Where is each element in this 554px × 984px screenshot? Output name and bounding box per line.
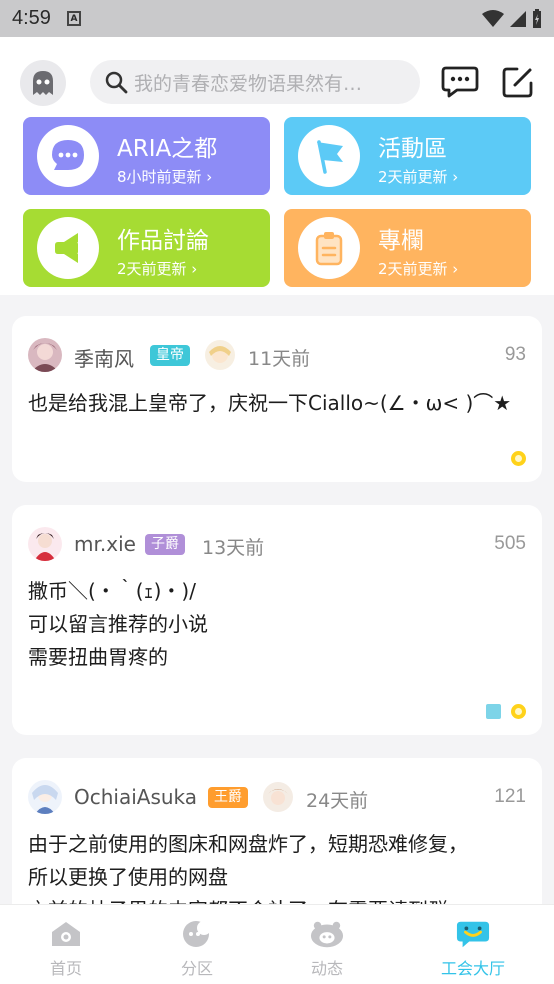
wifi-icon bbox=[482, 9, 504, 27]
post-line: 所以更换了使用的网盘 bbox=[28, 865, 228, 889]
post-line: 由于之前使用的图床和网盘炸了，短期恐难修复， bbox=[28, 832, 468, 856]
image-attachment-icon bbox=[486, 704, 501, 719]
post-card[interactable]: OchiaiAsuka 王爵 24天前 121 由于之前使用的图床和网盘炸了，短… bbox=[12, 758, 542, 918]
header: 我的青春恋爱物语果然有… ARIA之都 8小时前更新 › 活動區 2天前更新 ›… bbox=[0, 37, 554, 295]
secondary-avatar bbox=[263, 782, 293, 812]
avatar[interactable] bbox=[28, 527, 62, 561]
status-bar: 4:59 A bbox=[0, 0, 554, 37]
search-icon bbox=[105, 71, 128, 94]
post-time: 24天前 bbox=[306, 790, 369, 812]
battery-icon bbox=[533, 8, 541, 28]
tile-icon-circle bbox=[298, 217, 360, 279]
edit-icon bbox=[502, 67, 533, 98]
post-body: 也是给我混上皇帝了，庆祝一下Ciallo~(∠・ω< )⌒★ bbox=[28, 387, 511, 420]
signal-icon bbox=[510, 10, 526, 27]
nav-feed[interactable]: 动态 bbox=[258, 905, 396, 984]
tile-subtitle: 8小时前更新 › bbox=[117, 168, 213, 186]
post-card[interactable]: 季南风 皇帝 11天前 93 也是给我混上皇帝了，庆祝一下Ciallo~(∠・ω… bbox=[12, 316, 542, 482]
coin-icon bbox=[511, 704, 526, 719]
guild-chat-icon bbox=[456, 919, 490, 949]
chat-bubble-icon bbox=[52, 140, 84, 170]
tile-aria[interactable]: ARIA之都 8小时前更新 › bbox=[23, 117, 270, 195]
tile-title: 專欄 bbox=[378, 228, 424, 254]
user-avatar-button[interactable] bbox=[20, 60, 66, 106]
message-icon bbox=[441, 66, 479, 98]
post-line: 可以留言推荐的小说 bbox=[28, 612, 208, 636]
bottom-nav: 首页 分区 动态 工会大厅 bbox=[0, 904, 554, 984]
nav-label: 动态 bbox=[310, 959, 343, 978]
nav-label: 工会大厅 bbox=[440, 959, 505, 978]
face-icon bbox=[310, 919, 344, 949]
post-username[interactable]: mr.xie bbox=[74, 532, 136, 556]
post-line: 撒币＼(・｀(ｪ)・)/ bbox=[28, 579, 196, 603]
tile-works-discussion[interactable]: 作品討論 2天前更新 › bbox=[23, 209, 270, 287]
nav-label: 分区 bbox=[180, 959, 213, 978]
avatar[interactable] bbox=[28, 780, 62, 814]
tile-icon-circle bbox=[298, 125, 360, 187]
status-icons bbox=[482, 8, 542, 29]
secondary-avatar bbox=[205, 340, 235, 370]
post-username[interactable]: 季南风 bbox=[74, 343, 134, 372]
avatar[interactable] bbox=[28, 338, 62, 372]
messages-button[interactable] bbox=[440, 62, 480, 102]
sim-indicator: A bbox=[66, 11, 81, 26]
flag-icon bbox=[317, 140, 343, 174]
post-body: 撒币＼(・｀(ｪ)・)/ 可以留言推荐的小说 需要扭曲胃疼的 bbox=[28, 575, 208, 674]
post-time: 13天前 bbox=[202, 537, 265, 559]
moon-icon bbox=[180, 919, 214, 949]
tile-title: 作品討論 bbox=[117, 228, 209, 254]
tile-activity[interactable]: 活動區 2天前更新 › bbox=[284, 117, 531, 195]
rank-badge: 皇帝 bbox=[150, 345, 190, 366]
tile-title: 活動區 bbox=[378, 136, 447, 162]
post-line: 需要扭曲胃疼的 bbox=[28, 645, 168, 669]
tile-icon-circle bbox=[37, 125, 99, 187]
post-count: 505 bbox=[494, 533, 526, 554]
tile-icon-circle bbox=[37, 217, 99, 279]
post-card[interactable]: mr.xie 子爵 13天前 505 撒币＼(・｀(ｪ)・)/ 可以留言推荐的小… bbox=[12, 505, 542, 735]
tile-subtitle: 2天前更新 › bbox=[117, 260, 198, 278]
post-username[interactable]: OchiaiAsuka bbox=[74, 785, 197, 809]
nav-sections[interactable]: 分区 bbox=[128, 905, 266, 984]
compose-button[interactable] bbox=[498, 62, 538, 102]
search-bar[interactable]: 我的青春恋爱物语果然有… bbox=[90, 60, 420, 104]
tile-title: ARIA之都 bbox=[117, 136, 218, 162]
status-time: 4:59 bbox=[12, 7, 51, 29]
home-icon bbox=[49, 919, 83, 949]
megaphone-icon bbox=[55, 233, 82, 263]
search-placeholder: 我的青春恋爱物语果然有… bbox=[134, 72, 363, 95]
nav-label: 首页 bbox=[49, 959, 82, 978]
post-line: 也是给我混上皇帝了，庆祝一下Ciallo~(∠・ω< )⌒★ bbox=[28, 391, 512, 415]
post-time: 11天前 bbox=[248, 348, 311, 370]
post-count: 93 bbox=[504, 344, 526, 365]
clipboard-icon bbox=[315, 232, 343, 266]
post-count: 121 bbox=[494, 786, 526, 807]
coin-icon bbox=[511, 451, 526, 466]
nav-guild-hall[interactable]: 工会大厅 bbox=[404, 905, 542, 984]
tile-subtitle: 2天前更新 › bbox=[378, 260, 459, 278]
tile-subtitle: 2天前更新 › bbox=[378, 168, 459, 186]
tile-column[interactable]: 專欄 2天前更新 › bbox=[284, 209, 531, 287]
rank-badge: 王爵 bbox=[208, 787, 248, 808]
nav-home[interactable]: 首页 bbox=[0, 905, 135, 984]
rank-badge: 子爵 bbox=[145, 534, 185, 555]
ghost-avatar-icon bbox=[33, 71, 53, 95]
